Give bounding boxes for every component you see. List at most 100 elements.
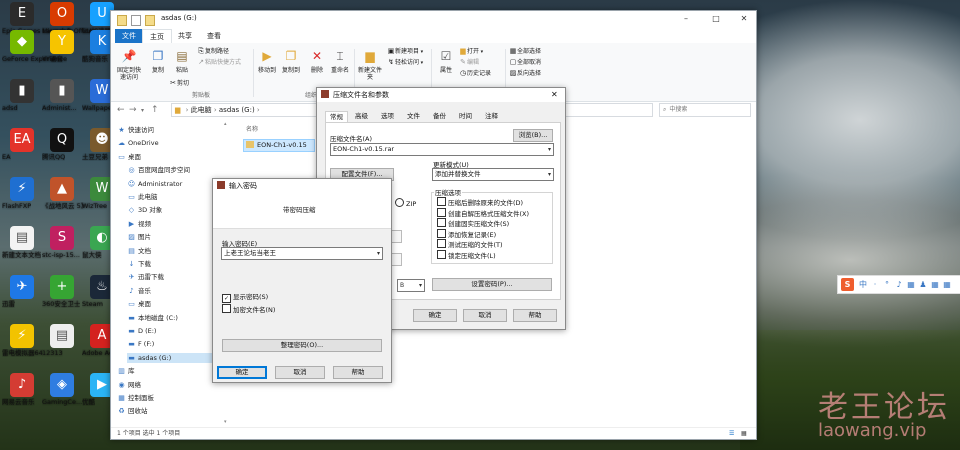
nav-item[interactable]: ▶ 视频 [127,219,223,229]
rename-button[interactable]: ⌶ 重命名 [327,47,353,74]
quick-access-folder-icon[interactable] [117,15,127,26]
ime-toolbar-item[interactable]: ▦ [941,276,953,293]
recent-chevron-icon[interactable]: ▾ [141,107,144,114]
desktop-icon[interactable]: ▤ 12313 [42,324,82,357]
desktop-icon[interactable]: ▤ 新建文本文档 [2,226,42,259]
sogou-logo-icon[interactable]: S [841,278,854,291]
desktop-icon[interactable]: Q 腾讯QQ [42,128,82,161]
details-view-icon[interactable]: ☰ [729,428,734,440]
nav-item[interactable]: ✈ 迅雷下载 [127,272,223,282]
nav-item[interactable]: ▬ D (E:) [127,326,223,336]
archive-name-input[interactable]: EON-Ch1-v0.15.rar ▾ [330,143,554,156]
paste-button[interactable]: ▤ 粘贴 [169,47,195,74]
nav-item[interactable]: ▬ 本地磁盘 (C:) [127,313,223,323]
ok-button[interactable]: 确定 [413,309,457,322]
history-button[interactable]: ◷历史记录 [459,69,491,78]
tab-advanced[interactable]: 高级 [351,111,372,121]
nav-item[interactable]: ▦ 控制面板 [117,393,223,403]
compression-option-checkbox[interactable]: 锁定压缩文件(L) [437,249,496,260]
nav-item[interactable]: ▬ F (F:) [127,339,223,349]
rar-dialog-titlebar[interactable]: 压缩文件名和参数 ✕ [317,88,565,102]
copy-path-button[interactable]: ⎘复制路径 [197,47,229,56]
desktop-icon[interactable]: Y YY语音 [42,30,82,63]
organize-passwords-button[interactable]: 整理密码(O)... [222,339,382,352]
ime-toolbar-item[interactable]: ° [881,276,893,293]
tab-options[interactable]: 选项 [377,111,398,121]
browse-button[interactable]: 浏览(B)... [513,129,553,142]
forward-arrow-icon[interactable]: → [129,105,137,115]
desktop-icon[interactable]: ▮ adsd [2,79,42,112]
nav-item[interactable]: ↓ 下载 [127,259,223,269]
desktop-icon[interactable]: ◈ GamingCe... [42,373,82,406]
move-to-button[interactable]: ▶ 移动到 [254,47,280,74]
up-arrow-icon[interactable]: ↑ [151,105,159,115]
nav-item[interactable]: ◇ 3D 对象 [127,205,223,215]
minimize-icon[interactable]: – [681,14,691,24]
properties-button[interactable]: ☑ 属性 [433,47,459,74]
quick-access-properties-icon[interactable] [131,15,141,26]
cancel-button[interactable]: 取消 [463,309,507,322]
nav-item[interactable]: ▥ 库 [117,366,223,376]
format-zip-radio[interactable]: ZIP [395,198,416,208]
nav-item[interactable]: ▭ 桌面 [117,152,223,162]
compression-option-checkbox[interactable]: 添加恢复记录(E) [437,228,496,239]
paste-shortcut-button[interactable]: ↗粘贴快捷方式 [197,58,241,67]
invert-selection-button[interactable]: ▨反向选择 [509,69,541,78]
password-dialog-titlebar[interactable]: 输入密码 [213,179,391,193]
nav-item[interactable]: ▨ 图片 [127,232,223,242]
tab-view[interactable]: 查看 [200,29,228,43]
tab-time[interactable]: 时间 [455,111,476,121]
nav-item[interactable]: ◉ 网络 [117,380,223,390]
password-input[interactable]: 上老王论坛当老王 ▾ [221,247,383,260]
cut-button[interactable]: ✂剪切 [169,79,189,88]
new-item-button[interactable]: ▣新建项目 ▾ [387,47,423,56]
ime-toolbar-item[interactable]: ♪ [893,276,905,293]
ime-toolbar-item[interactable]: · [869,276,881,293]
password-dialog[interactable]: 输入密码 带密码压缩 输入密码(E) 上老王论坛当老王 ▾ ✓ 显示密码(S) 加密… [212,178,392,383]
maximize-icon[interactable]: □ [711,14,721,24]
help-button[interactable]: 帮助 [333,366,383,379]
tiles-view-icon[interactable]: ▦ [741,428,747,440]
desktop-icon[interactable]: +360安全卫士 [42,275,82,308]
compression-option-checkbox[interactable]: 压缩后删除原来的文件(D) [437,197,523,207]
ok-button[interactable]: 确定 [217,366,267,379]
open-button[interactable]: ▆打开 ▾ [459,47,483,56]
tab-backup[interactable]: 备份 [429,111,450,121]
select-none-button[interactable]: ▢全部取消 [509,58,541,67]
desktop-icon[interactable]: ▲ 《战地风云 5》 [42,177,87,210]
file-item[interactable]: EON-Ch1-v0.15 [243,139,315,152]
ime-toolbar-item[interactable]: ▦ [905,276,917,293]
compression-option-checkbox[interactable]: 创建自解压格式压缩文件(X) [437,207,529,218]
copy-button[interactable]: ❐ 复制 [145,47,171,74]
ime-toolbar-item[interactable]: 中 [857,276,869,293]
tab-comment[interactable]: 注释 [481,111,502,121]
breadcrumb-this-pc[interactable]: 此电脑 [191,106,212,114]
quick-access-newfolder-icon[interactable] [145,15,155,26]
compression-option-checkbox[interactable]: 创建固实压缩文件(S) [437,218,509,228]
compression-option-checkbox[interactable]: 测试压缩的文件(T) [437,239,503,249]
breadcrumb-drive[interactable]: asdas (G:) [219,106,255,114]
desktop-icon[interactable]: E Epic Games Launcher [2,2,73,35]
back-arrow-icon[interactable]: ← [117,105,125,115]
nav-item[interactable]: ♻ 回收站 [117,406,223,416]
desktop-icon[interactable]: ◆ GeForce Experience [2,30,67,63]
nav-item[interactable]: ▬ asdas (G:) [127,352,223,363]
tab-file[interactable]: 文件 [115,29,143,43]
encrypt-filenames-checkbox[interactable]: 加密文件名(N) [222,304,275,314]
tab-share[interactable]: 共享 [171,29,199,43]
select-all-button[interactable]: ▦全部选择 [509,47,541,56]
close-icon[interactable]: ✕ [739,14,749,24]
help-button[interactable]: 帮助 [513,309,557,322]
cancel-button[interactable]: 取消 [275,366,325,379]
close-icon[interactable]: ✕ [551,88,558,102]
ime-toolbar-item[interactable]: ♟ [917,276,929,293]
tab-files[interactable]: 文件 [403,111,424,121]
nav-item[interactable]: ▤ 文档 [127,246,223,256]
volume-unit-select[interactable]: B ▾ [397,279,425,292]
nav-item[interactable]: ☺ Administrator [127,179,223,189]
pin-quick-access-button[interactable]: 📌 固定到快速访问 [115,47,143,81]
desktop-icon[interactable]: ✈ 迅雷 [2,275,42,308]
desktop-icon[interactable]: OMicrosoft Office [42,2,93,35]
ime-toolbar[interactable]: S 中 · ° ♪ ▦ ♟ ▦ ▦ [837,275,960,294]
desktop-icon[interactable]: EA EA [2,128,42,161]
